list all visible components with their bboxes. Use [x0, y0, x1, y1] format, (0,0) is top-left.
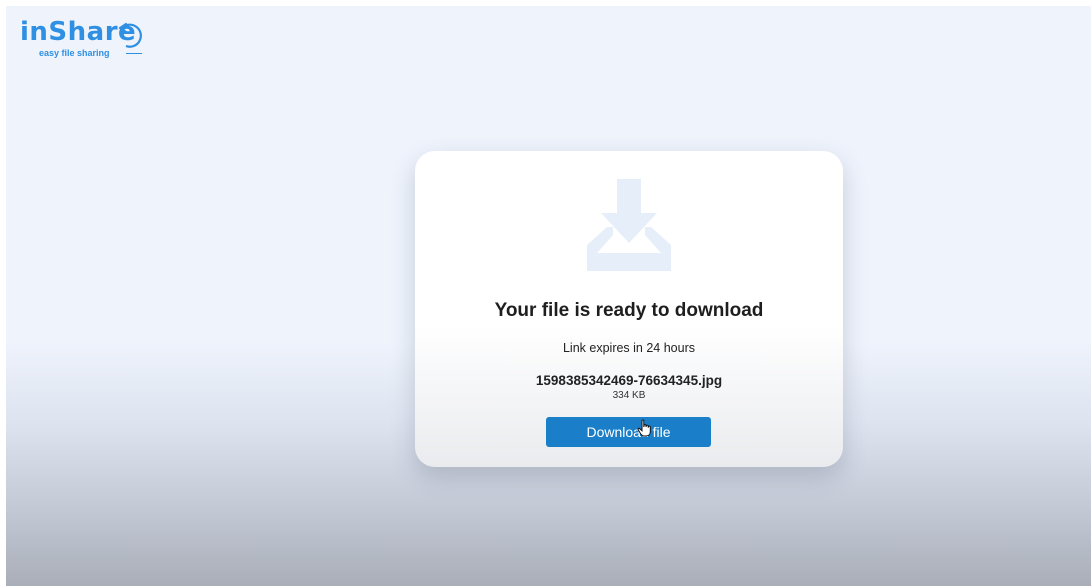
file-name: 1598385342469-76634345.jpg [535, 373, 723, 388]
download-card: Your file is ready to download Link expi… [415, 151, 843, 467]
inshare-logo[interactable]: inShare easy file sharing [20, 16, 160, 66]
download-icon [587, 179, 671, 271]
logo-tagline: easy file sharing [39, 48, 110, 58]
card-title: Your file is ready to download [494, 300, 764, 321]
download-file-button[interactable]: Download file [546, 417, 711, 447]
logo-swirl-icon [118, 22, 142, 48]
logo-tagline-rule [126, 53, 142, 54]
link-expiry-text: Link expires in 24 hours [562, 341, 696, 355]
page-background: inShare easy file sharing Your file is r… [6, 6, 1091, 586]
hand-pointer-icon [637, 419, 651, 437]
file-size: 334 KB [612, 390, 646, 401]
